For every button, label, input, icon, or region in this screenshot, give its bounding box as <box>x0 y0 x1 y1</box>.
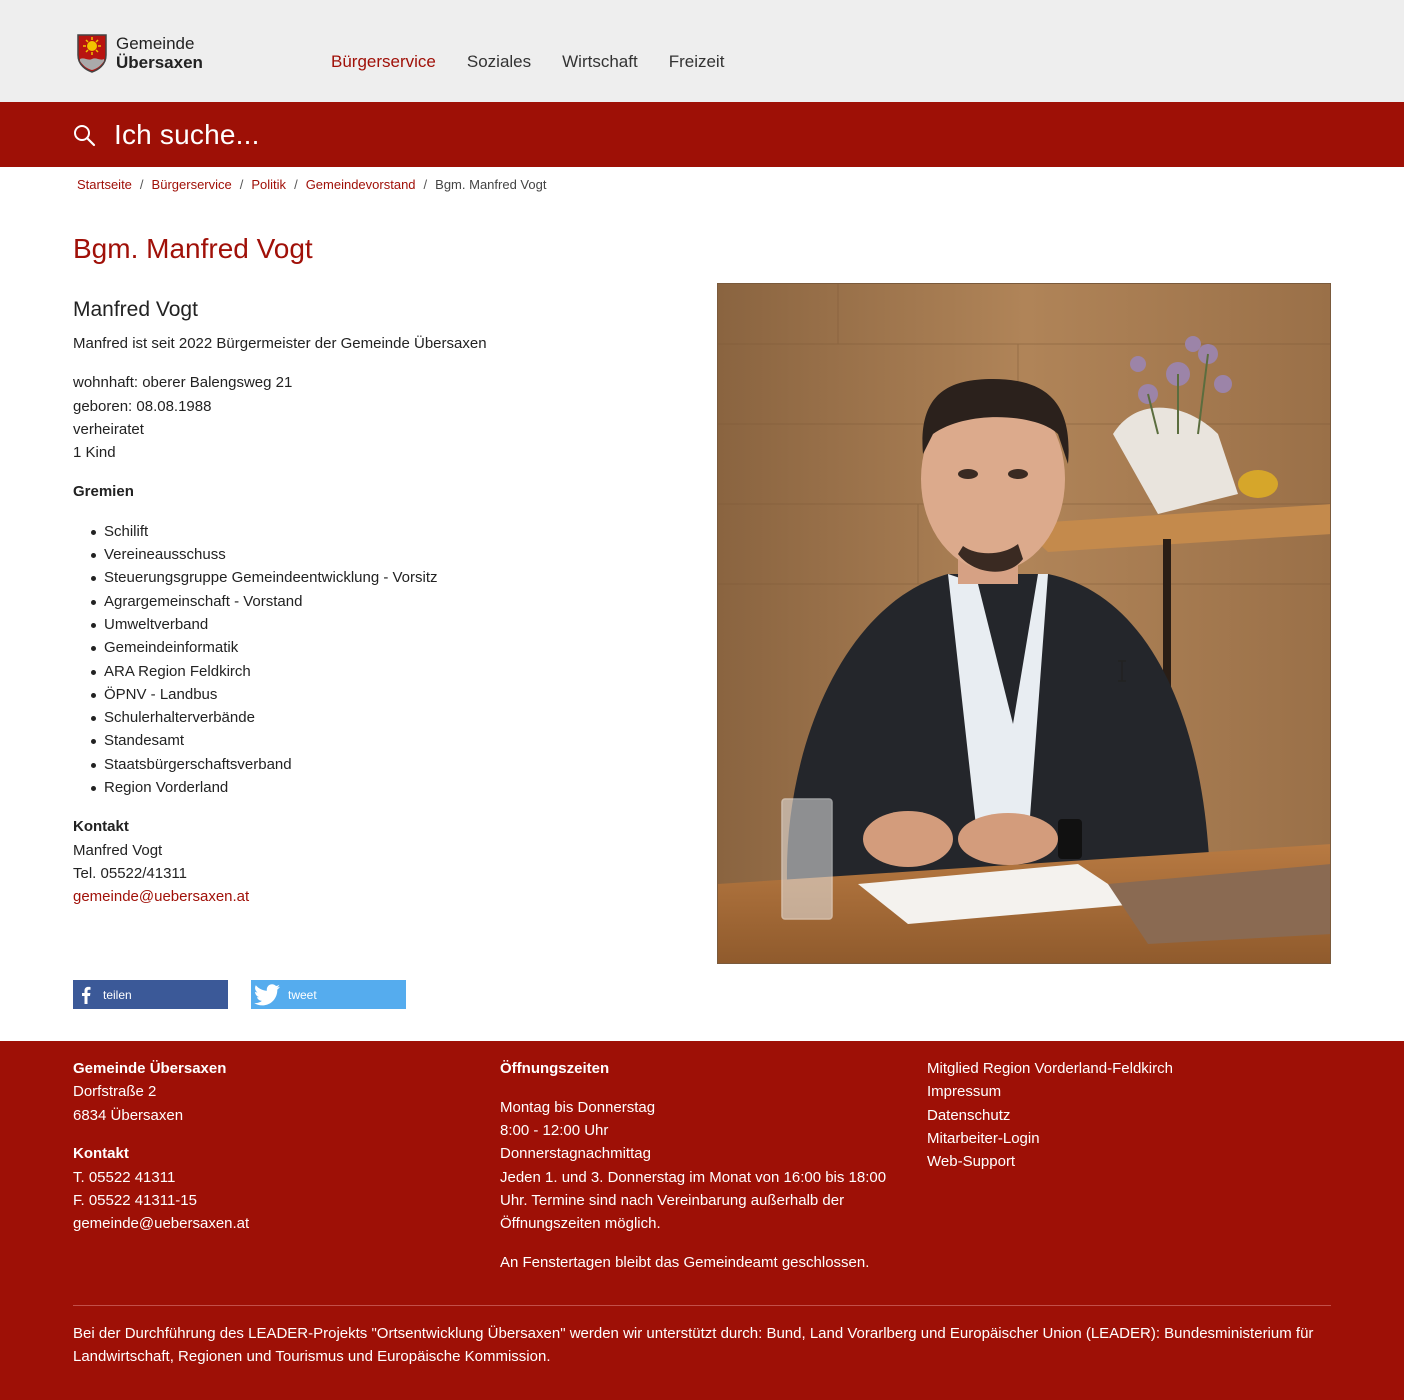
footer-address-street: Dorfstraße 2 <box>73 1083 157 1101</box>
footer-hours-days: Montag bis Donnerstag <box>500 1098 656 1116</box>
footer-links: Mitglied Region Vorderland-Feldkirch Imp… <box>927 1057 1327 1173</box>
text-cursor-icon <box>1118 660 1126 682</box>
person-facts: wohnhaft: oberer Balengsweg 21 geboren: … <box>73 371 673 464</box>
footer-kontakt-heading: Kontakt <box>73 1145 129 1163</box>
portrait-illustration <box>718 284 1330 963</box>
gremien-list: Schilift Vereineausschuss Steuerungsgrup… <box>73 520 673 800</box>
site-header: Gemeinde Übersaxen Bürgerservice Soziale… <box>0 0 1404 102</box>
kontakt-phone: Tel. 05522/41311 <box>73 864 187 882</box>
fact-children: 1 Kind <box>73 444 116 462</box>
list-item: Schilift <box>73 520 673 543</box>
logo-line-1: Gemeinde <box>116 34 195 53</box>
site-footer: Gemeinde Übersaxen Dorfstraße 2 6834 Übe… <box>0 1041 1404 1400</box>
kontakt-email-link[interactable]: gemeinde@uebersaxen.at <box>73 888 249 905</box>
main-nav: Bürgerservice Soziales Wirtschaft Freize… <box>331 52 724 72</box>
list-item: Vereineausschuss <box>73 543 673 566</box>
twitter-icon <box>254 983 280 1005</box>
list-item: Umweltverband <box>73 613 673 636</box>
breadcrumb-separator: / <box>294 177 298 192</box>
footer-email-link[interactable]: gemeinde@uebersaxen.at <box>73 1215 249 1232</box>
person-profile: Manfred Vogt Manfred ist seit 2022 Bürge… <box>73 298 673 909</box>
footer-hours-afternoon: Donnerstagnachmittag <box>500 1145 651 1163</box>
breadcrumb-politik[interactable]: Politik <box>251 177 286 192</box>
footer-fax: F. 05522 41311-15 <box>73 1191 197 1209</box>
footer-phone: T. 05522 41311 <box>73 1168 176 1186</box>
footer-hours-time: 8:00 - 12:00 Uhr <box>500 1122 609 1140</box>
portrait-photo <box>717 283 1331 964</box>
facebook-share-button[interactable]: teilen <box>73 980 228 1009</box>
breadcrumb-startseite[interactable]: Startseite <box>77 177 132 192</box>
search-icon[interactable] <box>72 123 96 147</box>
search-input[interactable]: Ich suche... <box>114 119 260 151</box>
footer-link-datenschutz[interactable]: Datenschutz <box>927 1107 1010 1124</box>
footer-opening-hours: Öffnungszeiten Montag bis Donnerstag 8:0… <box>500 1057 910 1274</box>
nav-item-wirtschaft[interactable]: Wirtschaft <box>562 52 638 72</box>
facebook-share-label: teilen <box>103 987 132 1002</box>
nav-item-buergerservice[interactable]: Bürgerservice <box>331 52 436 72</box>
fact-residence: wohnhaft: oberer Balengsweg 21 <box>73 374 293 392</box>
list-item: ARA Region Feldkirch <box>73 660 673 683</box>
person-name: Manfred Vogt <box>73 298 198 321</box>
facebook-icon <box>82 986 91 1004</box>
footer-divider <box>73 1305 1331 1306</box>
footer-org-name: Gemeinde Übersaxen <box>73 1060 227 1077</box>
footer-link-impressum[interactable]: Impressum <box>927 1083 1001 1100</box>
list-item: Schulerhalterverbände <box>73 706 673 729</box>
logo-line-2: Übersaxen <box>116 53 203 72</box>
list-item: Gemeindeinformatik <box>73 636 673 659</box>
breadcrumb-buergerservice[interactable]: Bürgerservice <box>152 177 232 192</box>
fact-birthdate: geboren: 08.08.1988 <box>73 397 212 415</box>
page-title: Bgm. Manfred Vogt <box>73 233 313 264</box>
site-logo[interactable]: Gemeinde Übersaxen <box>76 33 203 73</box>
fact-marital-status: verheiratet <box>73 420 144 438</box>
footer-leader-note: Bei der Durchführung des LEADER-Projekts… <box>73 1325 1314 1366</box>
breadcrumb: Startseite / Bürgerservice / Politik / G… <box>77 177 546 192</box>
footer-link-region[interactable]: Mitglied Region Vorderland-Feldkirch <box>927 1060 1173 1077</box>
kontakt-name: Manfred Vogt <box>73 841 163 859</box>
breadcrumb-separator: / <box>239 177 244 192</box>
breadcrumb-gemeindevorstand[interactable]: Gemeindevorstand <box>306 177 416 192</box>
twitter-share-button[interactable]: tweet <box>251 980 406 1009</box>
kontakt-heading: Kontakt <box>73 818 129 836</box>
search-bar[interactable]: Ich suche... <box>0 102 1404 167</box>
list-item: ÖPNV - Landbus <box>73 683 673 706</box>
list-item: Standesamt <box>73 729 673 752</box>
footer-hours-heading: Öffnungszeiten <box>500 1060 610 1077</box>
gremien-heading: Gremien <box>73 483 134 501</box>
breadcrumb-separator: / <box>423 177 428 192</box>
nav-item-soziales[interactable]: Soziales <box>467 52 531 72</box>
logo-text: Gemeinde Übersaxen <box>116 35 203 71</box>
person-intro: Manfred ist seit 2022 Bürgermeister der … <box>73 335 487 352</box>
footer-hours-note: Jeden 1. und 3. Donnerstag im Monat von … <box>500 1168 887 1233</box>
list-item: Agrargemeinschaft - Vorstand <box>73 590 673 613</box>
breadcrumb-current: Bgm. Manfred Vogt <box>435 177 547 192</box>
twitter-share-label: tweet <box>288 987 317 1002</box>
nav-item-freizeit[interactable]: Freizeit <box>669 52 725 72</box>
list-item: Region Vorderland <box>73 776 673 799</box>
list-item: Steuerungsgruppe Gemeindeentwicklung - V… <box>73 566 673 589</box>
footer-address: Gemeinde Übersaxen Dorfstraße 2 6834 Übe… <box>73 1057 473 1236</box>
footer-link-mitarbeiter-login[interactable]: Mitarbeiter-Login <box>927 1130 1040 1147</box>
breadcrumb-separator: / <box>139 177 144 192</box>
footer-link-web-support[interactable]: Web-Support <box>927 1153 1015 1170</box>
footer-address-city: 6834 Übersaxen <box>73 1106 184 1124</box>
crest-logo-icon <box>77 34 107 73</box>
footer-hours-closed: An Fenstertagen bleibt das Gemeindeamt g… <box>500 1254 870 1272</box>
list-item: Staatsbürgerschaftsverband <box>73 753 673 776</box>
